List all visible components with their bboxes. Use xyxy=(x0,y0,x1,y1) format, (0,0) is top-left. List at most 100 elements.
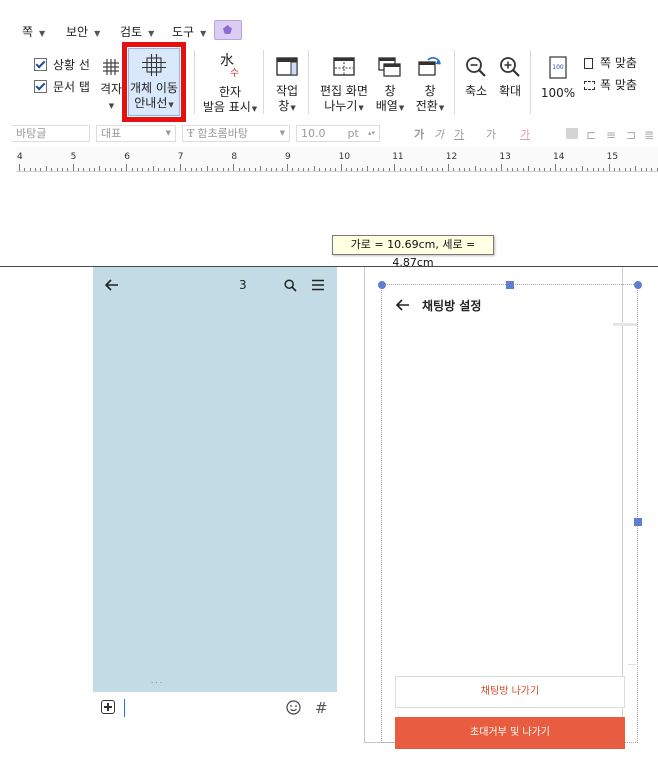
ruler-tick xyxy=(190,168,192,171)
exit-chat-button[interactable]: 채팅방 나가기 xyxy=(395,676,625,708)
font-select[interactable]: Ŧ 함초롬바탕 ▼ xyxy=(182,125,290,142)
ruler-number: 8 xyxy=(231,152,238,162)
ruler-tick xyxy=(538,168,540,171)
arrange-windows-button[interactable]: 창 배열▼ xyxy=(372,56,408,116)
text-cursor[interactable] xyxy=(124,699,125,717)
chat-input-bar: # xyxy=(93,692,337,732)
split-view-button[interactable]: 편집 화면 나누기▼ xyxy=(316,56,372,116)
resize-handle[interactable] xyxy=(506,281,514,289)
align-center-icon[interactable]: ≡ xyxy=(606,128,616,142)
cascade-windows-icon xyxy=(378,57,401,77)
work-window-button[interactable]: 작업 창▼ xyxy=(268,56,306,116)
checkbox-doc-tab[interactable]: 문서 탭 xyxy=(34,78,90,95)
switch-label-2: 전환 xyxy=(415,99,438,113)
zoom-100-button[interactable]: 100 100% xyxy=(538,56,578,101)
search-icon[interactable] xyxy=(284,279,297,292)
add-icon[interactable] xyxy=(101,700,115,714)
style-select[interactable]: 대표 ▼ xyxy=(96,125,176,142)
switch-label-1: 창 xyxy=(424,84,436,98)
underline-button[interactable]: 가 xyxy=(454,126,464,142)
zoom-out-icon xyxy=(466,57,486,77)
horizontal-ruler[interactable]: 4 5 6 7 8 9 10 11 12 13 14 15 xyxy=(16,147,658,172)
align-distribute-icon[interactable]: ≣ xyxy=(644,128,654,142)
menu-security[interactable]: 보안 ▼ xyxy=(66,23,100,40)
ruler-tick xyxy=(324,168,326,171)
ruler-number: 9 xyxy=(285,152,291,162)
menu-page[interactable]: 쪽 ▼ xyxy=(22,23,45,40)
bold-button[interactable]: 가 xyxy=(414,126,424,142)
ruler-tick xyxy=(51,168,53,171)
font-color-button[interactable]: 가 xyxy=(520,126,530,142)
fit-width-icon xyxy=(584,81,595,90)
chevron-down-icon: ▼ xyxy=(358,104,364,112)
resize-handle[interactable] xyxy=(378,281,386,289)
font-size-input[interactable]: 10.0 pt ▴▾ xyxy=(296,125,380,142)
ruler-tick xyxy=(24,168,26,171)
split-label-2: 나누기 xyxy=(324,99,358,113)
work-label-1: 작업 xyxy=(275,84,299,98)
ruler-tick xyxy=(474,166,476,171)
ruler-tick xyxy=(453,168,455,171)
zoom-in-button[interactable]: 확대 xyxy=(494,56,526,99)
ruler-tick xyxy=(217,168,219,171)
chevron-down-icon: ▼ xyxy=(279,129,285,137)
ruler-tick xyxy=(463,168,465,171)
resize-handle[interactable] xyxy=(634,281,642,289)
ruler-tick xyxy=(126,164,128,171)
zoom-out-button[interactable]: 축소 xyxy=(460,56,492,99)
split-view-icon xyxy=(333,57,355,76)
ruler-number: 14 xyxy=(553,152,565,162)
ruler-tick xyxy=(244,168,246,171)
menu-tools[interactable]: 도구 ▼ xyxy=(172,23,206,40)
hanja-button[interactable]: 水 수 한자 발음 표시▼ xyxy=(200,54,260,117)
ruler-tick xyxy=(211,168,213,171)
ruler-tick xyxy=(45,166,47,171)
grid-button[interactable]: 격자 ▼ xyxy=(98,58,124,114)
menu-icon[interactable] xyxy=(311,279,325,291)
ruler-tick xyxy=(571,168,573,171)
ruler-tick xyxy=(260,166,262,171)
ruler-tick xyxy=(233,164,235,171)
ruler-tick xyxy=(479,168,481,171)
page-number: 3 xyxy=(239,278,247,292)
split-label-1: 편집 화면 xyxy=(320,84,368,98)
switch-window-button[interactable]: 창 전환▼ xyxy=(412,56,448,116)
checkbox-status-line[interactable]: 상황 선 xyxy=(34,56,90,73)
fit-page-button[interactable]: 쪽 맞춤 xyxy=(584,56,654,71)
ruler-tick xyxy=(345,168,347,171)
scroll-mark xyxy=(628,664,638,665)
fit-width-button[interactable]: 폭 맞춤 xyxy=(584,78,654,93)
hanja-label-2: 발음 표시 xyxy=(202,100,251,114)
extension-icon[interactable] xyxy=(214,20,242,40)
chevron-down-icon: ▼ xyxy=(398,104,405,112)
ruler-tick xyxy=(222,168,224,171)
strike-button[interactable]: 가 xyxy=(486,126,496,142)
ruler-tick xyxy=(179,164,181,171)
font-value: 함초롬바탕 xyxy=(197,127,248,140)
back-arrow-icon[interactable] xyxy=(105,279,119,291)
hashtag-icon[interactable]: # xyxy=(315,699,328,717)
ruler-tick xyxy=(104,168,106,171)
object-guide-content[interactable]: 개체 이동 안내선▼ xyxy=(129,54,179,113)
align-justify-icon[interactable] xyxy=(566,128,578,139)
ruler-tick xyxy=(228,168,230,171)
drag-dots: · · · xyxy=(151,679,163,687)
emoji-icon[interactable] xyxy=(286,700,301,715)
align-left-icon[interactable]: ⊏ xyxy=(586,128,596,142)
back-arrow-icon[interactable] xyxy=(396,299,410,311)
chat-screen: 3 · · · xyxy=(93,267,337,692)
menu-review[interactable]: 검토 ▼ xyxy=(120,23,154,40)
align-right-icon[interactable]: ⊐ xyxy=(626,128,636,142)
arrange-label-2: 배열 xyxy=(375,99,398,113)
ruler-tick xyxy=(597,168,599,171)
resize-handle[interactable] xyxy=(634,518,642,526)
reject-and-exit-button[interactable]: 초대거부 및 나가기 xyxy=(395,717,625,749)
font-type-icon: Ŧ xyxy=(187,127,195,140)
language-select[interactable]: 바탕글 xyxy=(12,125,90,142)
svg-text:100: 100 xyxy=(552,64,564,71)
italic-button[interactable]: 가 xyxy=(434,126,444,142)
ruler-tick xyxy=(270,168,272,171)
ruler-tick xyxy=(72,164,74,171)
selection-frame[interactable] xyxy=(381,284,638,743)
ruler-tick xyxy=(565,168,567,171)
